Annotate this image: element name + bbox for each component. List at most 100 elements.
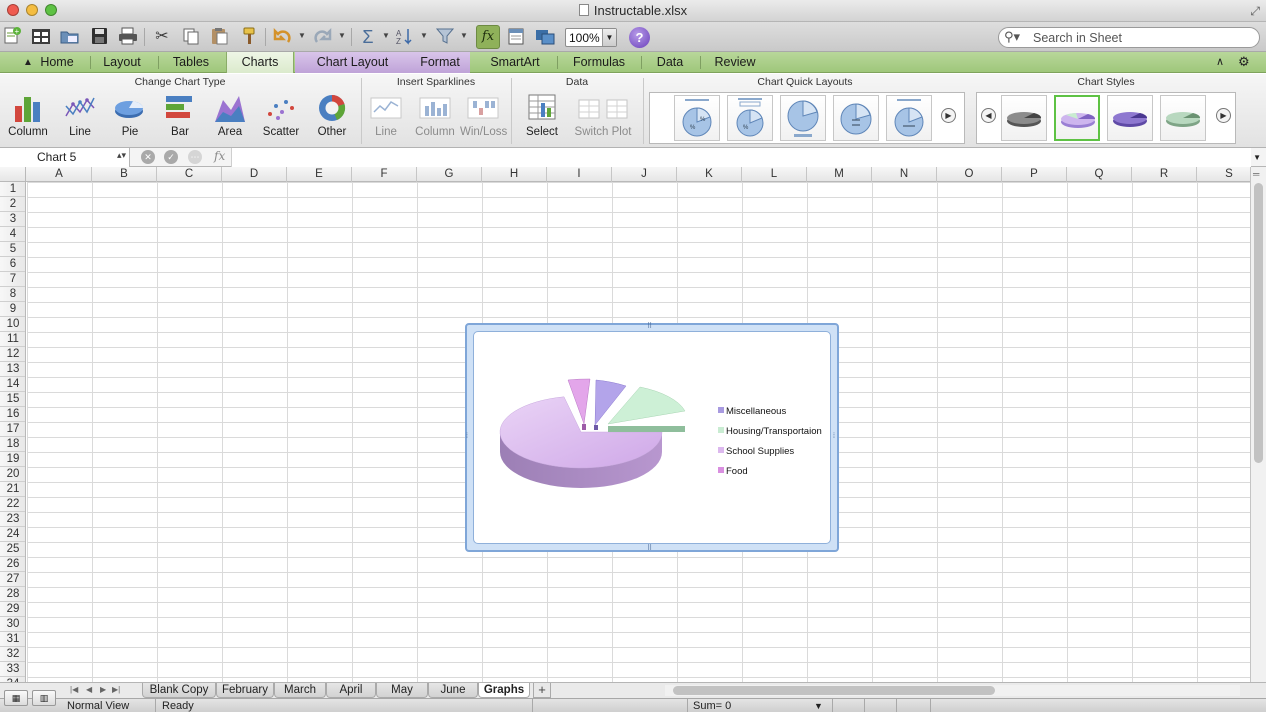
open-icon[interactable]: [59, 26, 81, 48]
paste-icon[interactable]: [208, 26, 230, 48]
row-header[interactable]: 16: [0, 407, 25, 422]
column-header[interactable]: P: [1002, 167, 1067, 182]
sort-icon[interactable]: AZ: [394, 26, 416, 48]
column-header[interactable]: O: [937, 167, 1002, 182]
formula-input[interactable]: [231, 148, 1251, 167]
zoom-dropdown-icon[interactable]: ▼: [602, 29, 616, 46]
sheet-tab-march[interactable]: March: [274, 683, 326, 698]
chart-resize-handle-right[interactable]: ⁞: [833, 433, 835, 440]
sheet-tab-may[interactable]: May: [376, 683, 428, 698]
row-header[interactable]: 2: [0, 197, 25, 212]
row-header[interactable]: 23: [0, 512, 25, 527]
sheet-tab-graphs[interactable]: Graphs: [478, 683, 530, 698]
row-header[interactable]: 8: [0, 287, 25, 302]
autosum-dropdown-icon[interactable]: ▼: [382, 31, 390, 40]
sort-dropdown-icon[interactable]: ▼: [420, 31, 428, 40]
column-header[interactable]: K: [677, 167, 742, 182]
add-sheet-button[interactable]: +: [533, 683, 551, 698]
row-header[interactable]: 25: [0, 542, 25, 557]
chart-style-2[interactable]: [1054, 95, 1100, 141]
row-header[interactable]: 24: [0, 527, 25, 542]
other-chart-button[interactable]: Other: [310, 92, 354, 144]
column-header[interactable]: I: [547, 167, 612, 182]
filter-icon[interactable]: [434, 26, 456, 48]
column-header[interactable]: J: [612, 167, 677, 182]
last-sheet-icon[interactable]: ▶|: [112, 685, 120, 694]
prev-sheet-icon[interactable]: ◀: [86, 685, 92, 694]
column-header[interactable]: H: [482, 167, 547, 182]
select-data-button[interactable]: Select: [520, 92, 564, 144]
column-chart-button[interactable]: Column: [6, 92, 50, 144]
new-workbook-icon[interactable]: +: [1, 26, 23, 48]
vertical-scroll-thumb[interactable]: [1254, 183, 1263, 463]
row-header[interactable]: 5: [0, 242, 25, 257]
switch-plot-button[interactable]: Switch Plot: [570, 92, 636, 144]
row-header[interactable]: 28: [0, 587, 25, 602]
column-header[interactable]: A: [27, 167, 92, 182]
row-header[interactable]: 29: [0, 602, 25, 617]
column-header[interactable]: L: [742, 167, 807, 182]
row-header[interactable]: 4: [0, 227, 25, 242]
row-header[interactable]: 17: [0, 422, 25, 437]
quick-layout-3[interactable]: [780, 95, 826, 141]
split-handle-icon[interactable]: ═: [1253, 169, 1259, 179]
normal-view-icon[interactable]: ▦: [4, 690, 28, 706]
chart-resize-handle-top[interactable]: ⠿: [647, 323, 652, 330]
row-header[interactable]: 33: [0, 662, 25, 677]
confirm-formula-icon[interactable]: ✓: [164, 150, 178, 164]
name-box[interactable]: Chart 5 ▴▾: [0, 148, 130, 167]
column-header[interactable]: B: [92, 167, 157, 182]
column-header[interactable]: M: [807, 167, 872, 182]
copy-icon[interactable]: [180, 26, 202, 48]
page-layout-view-icon[interactable]: ▥: [32, 690, 56, 706]
vertical-scrollbar[interactable]: ═: [1250, 167, 1266, 682]
chart-style-3[interactable]: [1107, 95, 1153, 141]
column-header[interactable]: G: [417, 167, 482, 182]
chart-styles-next-icon[interactable]: ▶: [1216, 108, 1231, 123]
chart-resize-handle-left[interactable]: ⁞: [466, 433, 468, 440]
gear-icon[interactable]: ⚙: [1238, 54, 1250, 70]
function-wizard-icon[interactable]: ⋯: [188, 150, 202, 164]
row-header[interactable]: 32: [0, 647, 25, 662]
tab-charts[interactable]: Charts: [226, 52, 294, 73]
save-icon[interactable]: [88, 26, 110, 48]
row-header[interactable]: 7: [0, 272, 25, 287]
autosum-icon[interactable]: Σ: [357, 26, 379, 48]
redo-icon[interactable]: [311, 26, 333, 48]
name-box-stepper-icon[interactable]: ▴▾: [117, 150, 126, 161]
filter-dropdown-icon[interactable]: ▼: [460, 31, 468, 40]
row-header[interactable]: 15: [0, 392, 25, 407]
chart-resize-handle-bottom[interactable]: ⠿: [647, 545, 652, 552]
column-header[interactable]: Q: [1067, 167, 1132, 182]
row-header[interactable]: 31: [0, 632, 25, 647]
row-header[interactable]: 9: [0, 302, 25, 317]
chart-style-1[interactable]: [1001, 95, 1047, 141]
legend-item-food[interactable]: Food: [718, 466, 748, 478]
pie-chart-plot[interactable]: [474, 332, 832, 545]
chart-area[interactable]: Miscellaneous Housing/Transportaion Scho…: [473, 331, 831, 544]
row-header[interactable]: 3: [0, 212, 25, 227]
tab-format[interactable]: Format: [410, 52, 470, 73]
column-header[interactable]: N: [872, 167, 937, 182]
row-header[interactable]: 12: [0, 347, 25, 362]
format-painter-icon[interactable]: [238, 26, 260, 48]
undo-icon[interactable]: [272, 26, 294, 48]
quick-layout-1[interactable]: %%: [674, 95, 720, 141]
search-box[interactable]: ⚲▾: [998, 27, 1260, 48]
sparkline-winloss-button[interactable]: Win/Loss: [460, 92, 507, 144]
help-button[interactable]: ?: [629, 27, 650, 48]
legend-item-miscellaneous[interactable]: Miscellaneous: [718, 406, 786, 418]
tab-smartart[interactable]: SmartArt: [478, 52, 552, 73]
undo-dropdown-icon[interactable]: ▼: [298, 31, 306, 40]
row-header[interactable]: 27: [0, 572, 25, 587]
row-header[interactable]: 26: [0, 557, 25, 572]
pie-chart-button[interactable]: Pie: [108, 92, 152, 144]
row-header[interactable]: 14: [0, 377, 25, 392]
quick-layout-4[interactable]: [833, 95, 879, 141]
toolbox-icon[interactable]: [505, 26, 527, 48]
row-header[interactable]: 21: [0, 482, 25, 497]
row-header[interactable]: 11: [0, 332, 25, 347]
expand-formula-bar-icon[interactable]: ▼: [1253, 153, 1261, 162]
tab-layout[interactable]: Layout: [92, 52, 152, 73]
area-chart-button[interactable]: Area: [208, 92, 252, 144]
